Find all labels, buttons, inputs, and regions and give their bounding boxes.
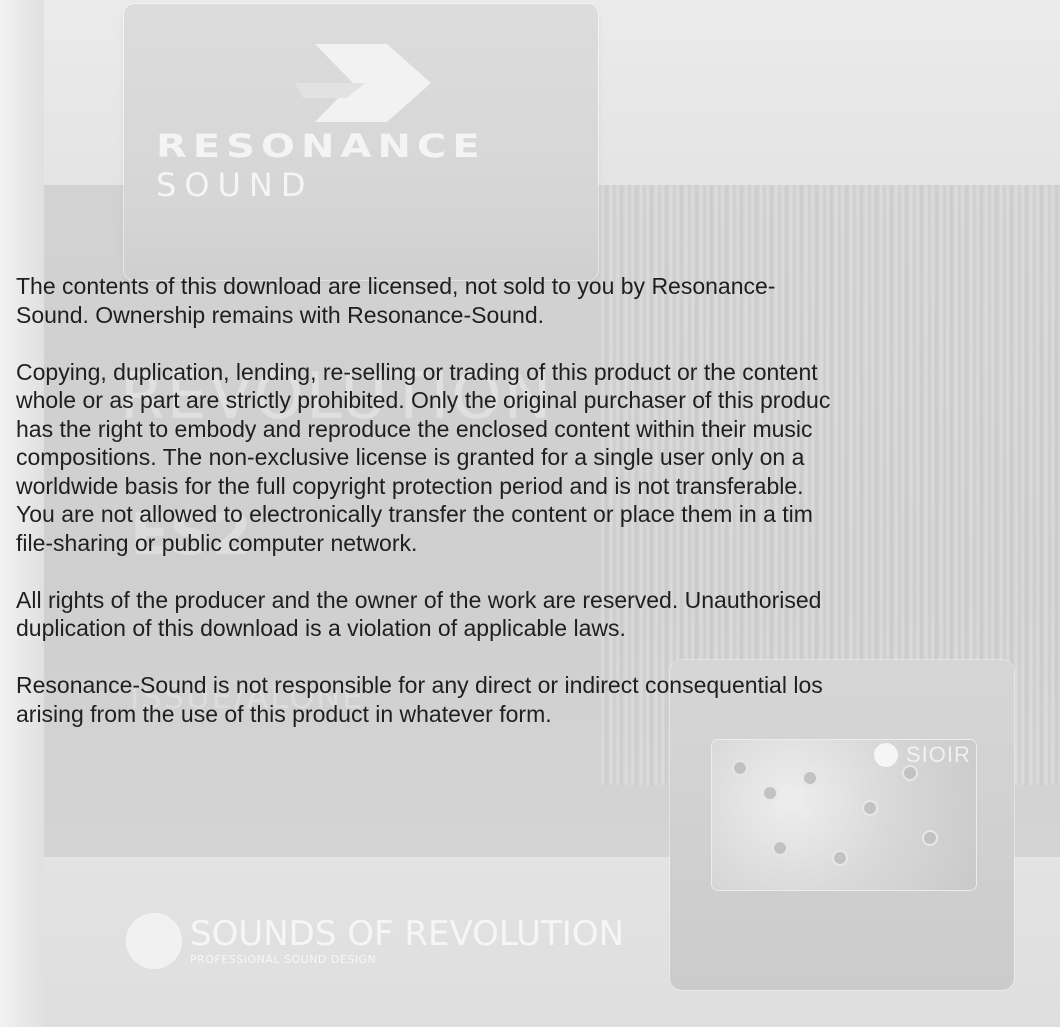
license-screen: RESONANCE SOUND REVOLUTION ES2 ISSUE/ALO… <box>0 0 1060 1027</box>
license-paragraph: All rights of the producer and the owner… <box>16 586 822 642</box>
resonance-arrow-icon <box>295 44 431 122</box>
footer-subtitle: PROFESSIONAL SOUND DESIGN <box>190 952 377 966</box>
sounds-of-revolution-icon <box>128 915 180 967</box>
device-knob <box>802 770 818 786</box>
device-knob <box>922 830 938 846</box>
device-knob <box>832 850 848 866</box>
sounds-of-revolution-text: SOUNDS OF REVOLUTION PROFESSIONAL SOUND … <box>190 917 624 966</box>
resonance-sub-wordmark: SOUND <box>156 166 314 204</box>
license-text: The contents of this download are licens… <box>16 272 1060 757</box>
device-knob <box>862 800 878 816</box>
footer-title: SOUNDS OF REVOLUTION <box>190 913 625 954</box>
resonance-wordmark: RESONANCE <box>156 128 486 165</box>
license-paragraph: The contents of this download are licens… <box>16 273 776 328</box>
device-knob <box>732 760 748 776</box>
license-paragraph: Copying, duplication, lending, re-sellin… <box>16 358 831 556</box>
device-knob <box>762 785 778 801</box>
device-knob <box>772 840 788 856</box>
sounds-of-revolution-logo: SOUNDS OF REVOLUTION PROFESSIONAL SOUND … <box>128 915 624 967</box>
license-paragraph: Resonance-Sound is not responsible for a… <box>16 672 823 727</box>
